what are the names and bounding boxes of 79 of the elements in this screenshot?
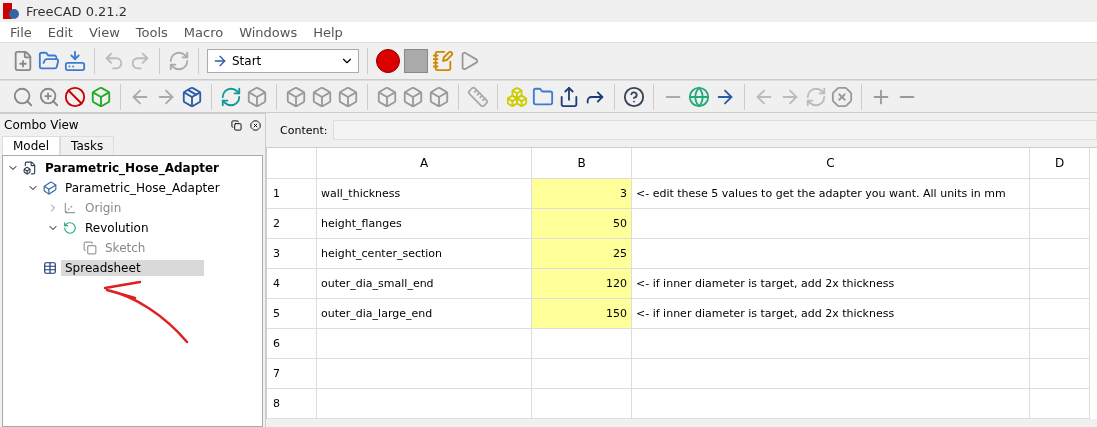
panel-title: Combo View [4,118,80,132]
menu-item[interactable]: Tools [127,24,176,40]
stop-icon[interactable] [831,85,853,108]
export-icon[interactable] [558,85,580,108]
notepad-icon[interactable] [432,50,454,72]
refresh-icon[interactable] [168,50,190,72]
table-cell: <- if inner diameter is target, add 2x thickness [632,299,1030,329]
column-header[interactable]: D [1030,148,1090,179]
app-logo-icon [2,2,20,20]
zoom-fit-icon[interactable] [220,85,242,108]
table-cell [1030,269,1090,299]
document-icon [23,161,37,175]
sketch-icon [83,241,97,255]
table-cell [1030,359,1090,389]
globe-icon[interactable] [688,85,710,108]
menu-item[interactable]: View [80,24,128,40]
search-icon[interactable] [12,85,34,108]
tree-item[interactable]: Revolution [81,220,153,236]
view-cube-icon[interactable] [402,85,424,108]
table-cell: wall_thickness [317,179,532,209]
revolve-icon [63,221,77,235]
table-cell: 120 [532,269,632,299]
new-file-icon[interactable] [12,50,34,72]
redo-icon[interactable] [129,50,151,72]
close-icon[interactable] [250,119,261,131]
ruler-icon[interactable] [467,85,489,108]
table-cell: height_flanges [317,209,532,239]
no-entry-icon[interactable] [64,85,86,108]
save-icon[interactable] [64,50,86,72]
view-cube-icon[interactable] [337,85,359,108]
table-cell: outer_dia_large_end [317,299,532,329]
table-cell [1030,299,1090,329]
undock-icon[interactable] [231,119,242,131]
undo-icon[interactable] [103,50,125,72]
workbench-dropdown[interactable]: Start [207,49,359,73]
table-cell: <- if inner diameter is target, add 2x thickness [632,269,1030,299]
table-cell [1030,329,1090,359]
view-cube-icon[interactable] [246,85,268,108]
tab[interactable]: Tasks [60,136,115,155]
table-cell: 3 [532,179,632,209]
table-cell: <- edit these 5 values to get the adapter you want. All units in mm [632,179,1030,209]
menu-item[interactable]: Macro [175,24,232,40]
column-header[interactable]: A [317,148,532,179]
view-cube-icon[interactable] [311,85,333,108]
table-cell: 150 [532,299,632,329]
table-cell [1030,239,1090,269]
table-icon [43,261,57,275]
content-label: Content: [280,123,328,137]
refresh-icon[interactable] [805,85,827,108]
table-cell [1030,179,1090,209]
view-cube-icon[interactable] [428,85,450,108]
blocks-icon[interactable] [506,85,528,108]
tab[interactable]: Model [2,136,61,155]
help-icon[interactable] [623,85,645,108]
tree-item[interactable]: Spreadsheet [61,260,204,276]
cube-icon [43,181,57,195]
folder-icon[interactable] [532,85,554,108]
column-header[interactable]: B [532,148,632,179]
table-cell: outer_dia_small_end [317,269,532,299]
axes-icon [63,201,77,215]
view-cube-icon[interactable] [285,85,307,108]
table-cell [1030,209,1090,239]
tree-item[interactable]: Parametric_Hose_Adapter [61,180,224,196]
table-cell: 50 [532,209,632,239]
menu-item[interactable]: Edit [39,24,81,40]
table-cell: 25 [532,239,632,269]
table-cell: height_center_section [317,239,532,269]
zoom-icon[interactable] [38,85,60,108]
menu-item[interactable]: Help [305,24,351,40]
cube-icon[interactable] [90,85,112,108]
box-icon[interactable] [181,85,203,108]
folder-icon[interactable] [38,50,60,72]
record-icon[interactable] [376,49,400,73]
menu-item[interactable]: Windows [231,24,306,40]
view-cube-icon[interactable] [376,85,398,108]
menu-item[interactable]: File [2,24,40,40]
column-header[interactable]: C [632,148,1030,179]
window-title: FreeCAD 0.21.2 [26,3,128,19]
tree-item[interactable]: Parametric_Hose_Adapter [41,160,224,176]
